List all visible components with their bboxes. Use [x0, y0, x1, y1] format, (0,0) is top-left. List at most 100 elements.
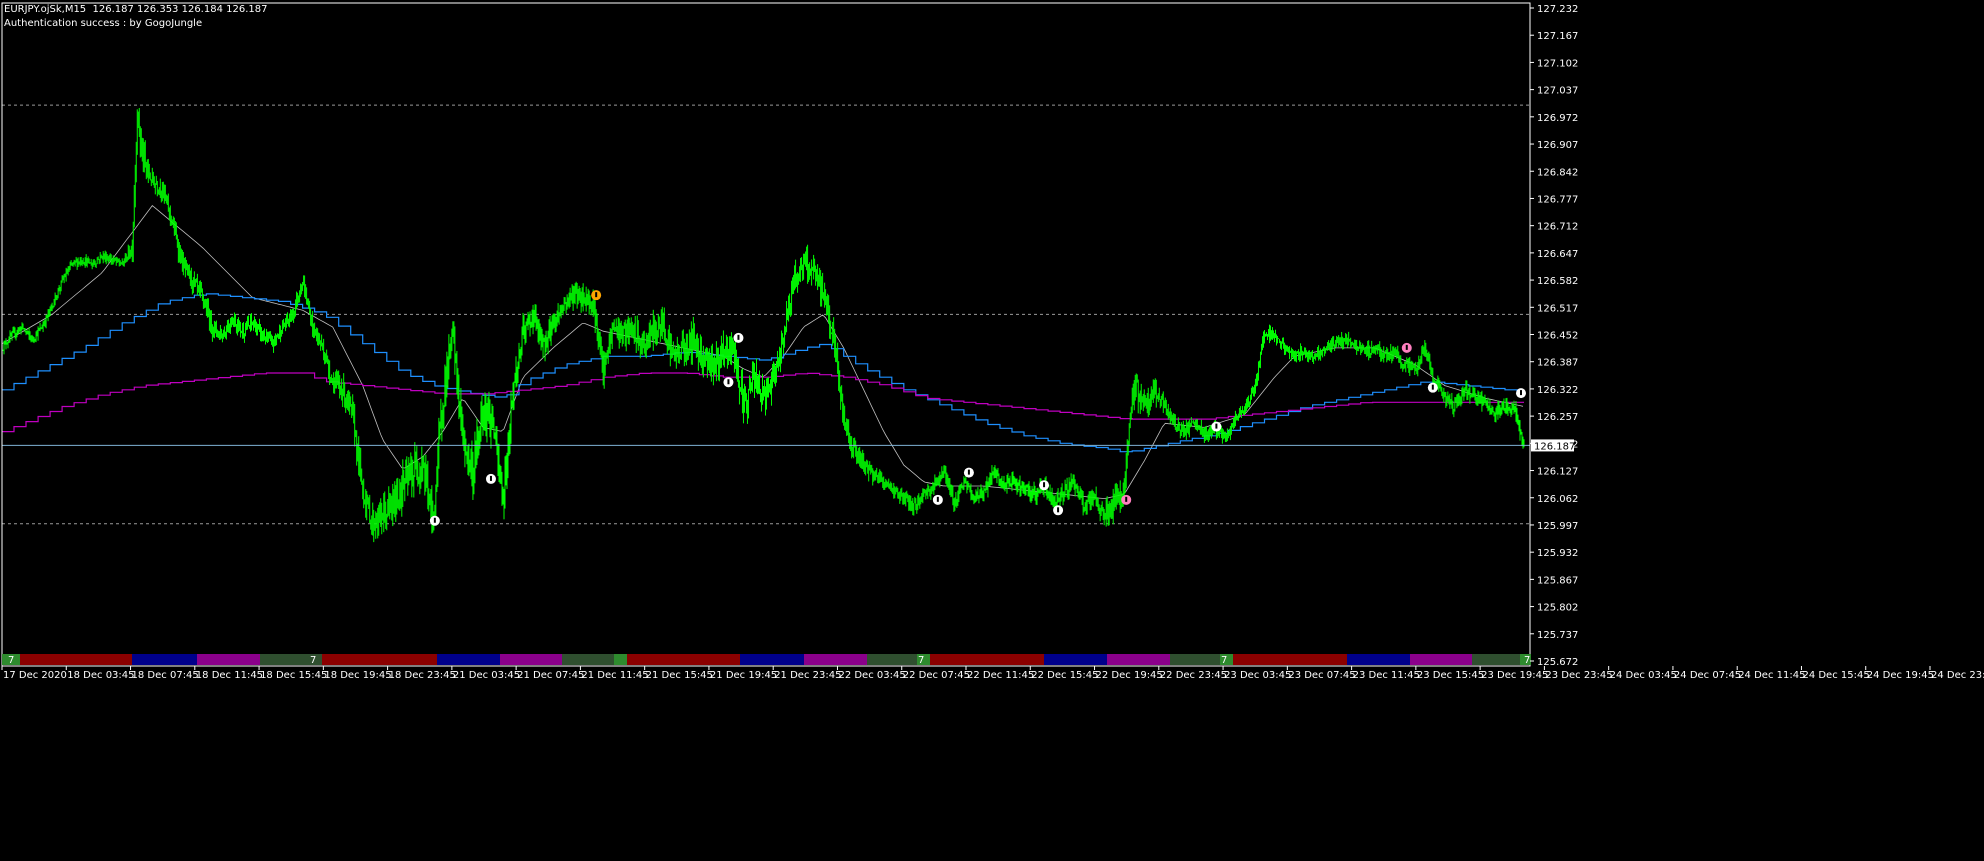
x-tick-label: 21 Dec 15:45 — [646, 670, 713, 681]
x-tick-label: 18 Dec 03:45 — [67, 670, 134, 681]
x-tick-label: 22 Dec 23:45 — [1160, 670, 1227, 681]
signal-marker-notch — [489, 475, 492, 481]
chart-frame — [1, 2, 1531, 667]
y-tick-label: 126.582 — [1537, 276, 1578, 287]
time-axis: 17 Dec 2020 18 Dec 03:4518 Dec 07:4518 De… — [1, 666, 1984, 681]
signal-marker-notch — [936, 496, 939, 502]
x-tick-label: 21 Dec 03:45 — [453, 670, 520, 681]
y-tick-label: 125.867 — [1537, 575, 1578, 586]
signal-marker-notch — [1405, 344, 1408, 350]
x-tick-label: 24 Dec 07:45 — [1674, 670, 1741, 681]
signal-marker-notch — [727, 379, 730, 385]
x-tick-label: 23 Dec 07:45 — [1288, 670, 1355, 681]
y-tick-label: 126.322 — [1537, 385, 1578, 396]
session-segment — [562, 654, 614, 665]
signal-marker-notch — [967, 469, 970, 475]
x-tick-label: 17 Dec 2020 — [3, 670, 67, 681]
x-tick-label: 22 Dec 11:45 — [967, 670, 1034, 681]
session-label: 7 — [310, 655, 316, 666]
signal-marker-notch — [1043, 482, 1046, 488]
session-segment — [1347, 654, 1410, 665]
session-segment — [867, 654, 917, 665]
session-segment — [930, 654, 1044, 665]
x-tick-label: 18 Dec 23:45 — [389, 670, 456, 681]
x-tick-label: 22 Dec 03:45 — [838, 670, 905, 681]
x-tick-label: 21 Dec 19:45 — [710, 670, 777, 681]
session-bar: 7 7 7 7 7 — [2, 654, 1531, 666]
y-tick-label: 126.387 — [1537, 358, 1578, 369]
x-tick-label: 24 Dec 23:45 — [1931, 670, 1984, 681]
session-label: 7 — [8, 655, 14, 666]
session-segment — [740, 654, 804, 665]
x-tick-label: 23 Dec 15:45 — [1417, 670, 1484, 681]
price-chart[interactable]: 7 7 7 7 7 127.232 127.167 127.102 127.037 126.97… — [0, 0, 1984, 861]
y-tick-label: 126.062 — [1537, 494, 1578, 505]
ma_slow-line — [2, 372, 1524, 433]
session-segment — [627, 654, 740, 665]
x-tick-label: 21 Dec 07:45 — [517, 670, 584, 681]
signal-marker-notch — [737, 334, 740, 340]
y-tick-label: 125.737 — [1537, 630, 1578, 641]
x-tick-label: 24 Dec 15:45 — [1802, 670, 1869, 681]
x-tick-label: 23 Dec 03:45 — [1224, 670, 1291, 681]
x-tick-label: 22 Dec 19:45 — [1096, 670, 1163, 681]
x-tick-label: 24 Dec 03:45 — [1610, 670, 1677, 681]
session-segment — [197, 654, 260, 665]
session-segment — [804, 654, 867, 665]
signal-marker-notch — [433, 517, 436, 523]
session-segment — [500, 654, 562, 665]
session-segment — [20, 654, 132, 665]
x-tick-label: 18 Dec 15:45 — [260, 670, 327, 681]
y-tick-label: 125.932 — [1537, 548, 1578, 559]
y-tick-label: 126.257 — [1537, 412, 1578, 423]
current-price-label: 126.187 — [1534, 441, 1575, 452]
y-tick-label: 126.517 — [1537, 303, 1578, 314]
session-segment — [1044, 654, 1107, 665]
y-tick-label: 125.997 — [1537, 521, 1578, 532]
signal-marker-notch — [595, 292, 598, 298]
x-tick-label: 22 Dec 15:45 — [1031, 670, 1098, 681]
x-tick-label: 22 Dec 07:45 — [903, 670, 970, 681]
candles — [1, 108, 1525, 543]
x-tick-label: 23 Dec 11:45 — [1353, 670, 1420, 681]
session-label: 7 — [1221, 655, 1227, 666]
y-tick-label: 127.232 — [1537, 4, 1578, 15]
x-tick-label: 21 Dec 11:45 — [581, 670, 648, 681]
x-tick-label: 24 Dec 19:45 — [1867, 670, 1934, 681]
signal-marker-notch — [1519, 390, 1522, 396]
y-tick-label: 126.907 — [1537, 140, 1578, 151]
x-tick-label: 23 Dec 23:45 — [1545, 670, 1612, 681]
session-label: 7 — [918, 655, 924, 666]
session-segment — [1233, 654, 1347, 665]
session-segment — [322, 654, 437, 665]
y-tick-label: 126.452 — [1537, 331, 1578, 342]
y-tick-label: 125.802 — [1537, 603, 1578, 614]
price-axis: 127.232 127.167 127.102 127.037 126.972 126.9… — [1530, 4, 1578, 668]
signal-marker-notch — [1215, 423, 1218, 429]
y-tick-label: 126.777 — [1537, 194, 1578, 205]
session-segment — [1170, 654, 1220, 665]
session-segment — [132, 654, 197, 665]
y-tick-label: 127.167 — [1537, 31, 1578, 42]
session-segment — [437, 654, 500, 665]
chart-border — [1, 2, 1531, 667]
signal-marker-notch — [1431, 384, 1434, 390]
y-tick-label: 127.102 — [1537, 58, 1578, 69]
ma_mid-line — [2, 293, 1524, 453]
y-tick-label: 125.672 — [1537, 657, 1578, 668]
y-tick-label: 126.712 — [1537, 222, 1578, 233]
x-tick-label: 18 Dec 07:45 — [132, 670, 199, 681]
level-lines — [2, 104, 1530, 525]
session-segment — [1107, 654, 1170, 665]
signal-marker-notch — [1125, 496, 1128, 502]
x-tick-label: 18 Dec 19:45 — [324, 670, 391, 681]
x-tick-label: 23 Dec 19:45 — [1481, 670, 1548, 681]
y-tick-label: 127.037 — [1537, 86, 1578, 97]
x-tick-label: 18 Dec 11:45 — [196, 670, 263, 681]
session-segment — [1410, 654, 1472, 665]
y-tick-label: 126.972 — [1537, 113, 1578, 124]
y-tick-label: 126.127 — [1537, 467, 1578, 478]
session-segment — [614, 654, 627, 665]
session-segment — [1472, 654, 1520, 665]
y-tick-label: 126.647 — [1537, 249, 1578, 260]
